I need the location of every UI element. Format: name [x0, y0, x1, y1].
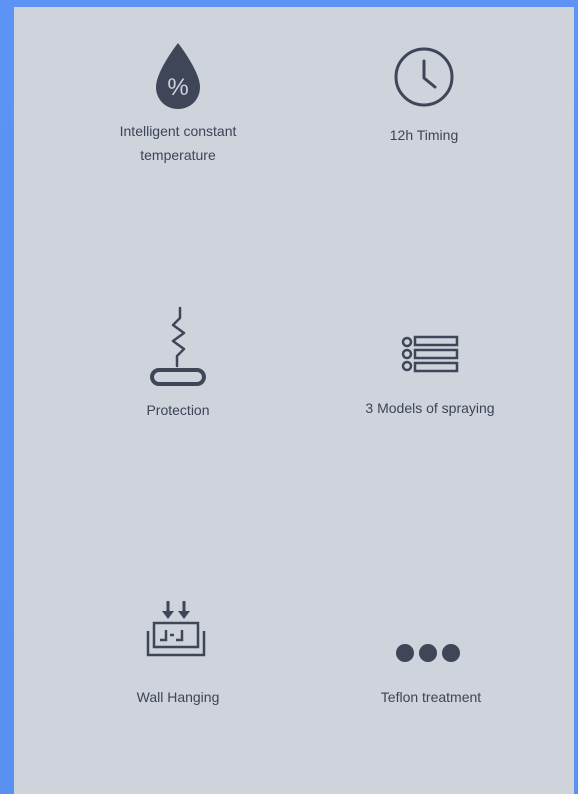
- feature-wall-hanging: Wall Hanging: [94, 597, 262, 709]
- clock-icon: [394, 47, 454, 107]
- feature-12h-timing: 12h Timing: [342, 43, 506, 147]
- feature-protection: Protection: [100, 306, 256, 422]
- feature-label: 3 Models of spraying: [365, 400, 495, 416]
- feature-spraying-modes: 3 Models of spraying: [330, 330, 530, 420]
- percent-drop-icon: %: [156, 43, 200, 109]
- feature-label: Wall Hanging: [136, 689, 220, 705]
- svg-text:%: %: [167, 74, 188, 101]
- three-dots-icon: [396, 644, 460, 662]
- feature-teflon-treatment: Teflon treatment: [345, 641, 517, 709]
- feature-label: Intelligent constant temperature: [119, 123, 237, 163]
- feature-label: Teflon treatment: [380, 689, 482, 705]
- heating-element-icon: [150, 306, 206, 386]
- feature-intelligent-temperature: % Intelligent constant temperature: [80, 41, 276, 167]
- list-icon: [401, 335, 459, 373]
- feature-label: 12h Timing: [389, 127, 459, 143]
- feature-label: Protection: [146, 402, 210, 418]
- wall-mount-icon: [146, 601, 206, 657]
